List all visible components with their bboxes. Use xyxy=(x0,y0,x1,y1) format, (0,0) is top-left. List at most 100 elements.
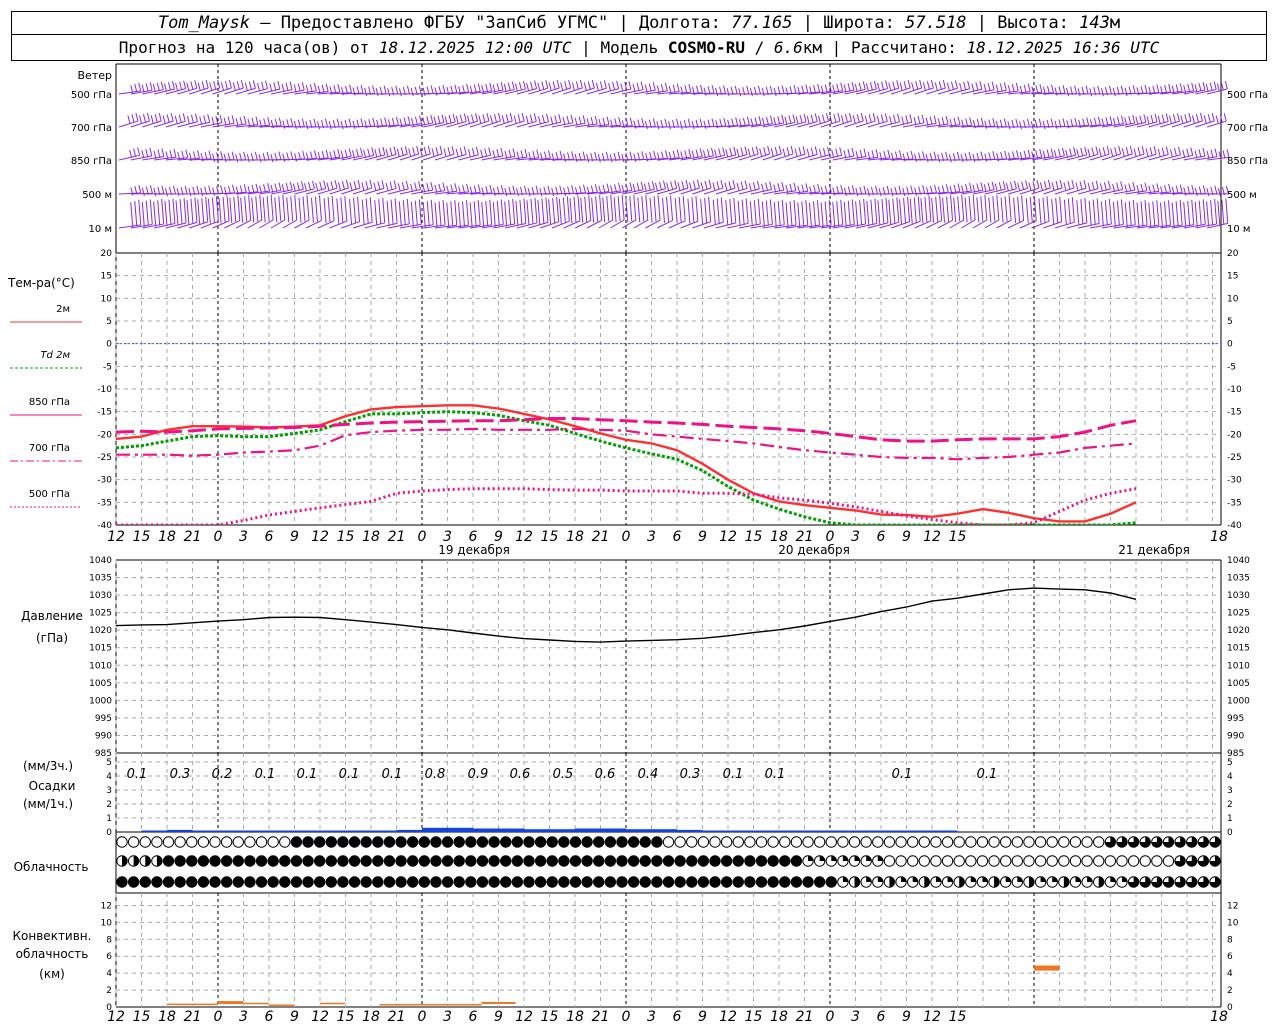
wind-barb xyxy=(444,116,448,125)
wind-barb xyxy=(1132,114,1136,124)
wind-barb xyxy=(153,88,175,95)
wind-barb xyxy=(152,83,156,93)
wind-barb xyxy=(1067,181,1071,190)
wind-barb xyxy=(961,195,965,221)
cloud-cover-icon xyxy=(279,855,291,867)
wind-barb xyxy=(186,199,190,225)
wind-barb xyxy=(1124,87,1128,96)
wind-barb xyxy=(820,202,824,228)
wind-barb xyxy=(352,120,356,129)
cloud-cover-icon xyxy=(697,855,710,867)
wind-barb xyxy=(881,199,885,225)
wind-barb xyxy=(711,85,715,94)
wind-barb xyxy=(1057,148,1061,158)
hour-tick: 18 xyxy=(566,1009,584,1024)
precip-bar xyxy=(269,830,295,832)
wind-barb xyxy=(1182,149,1186,158)
wind-barb xyxy=(246,154,250,163)
wind-barb xyxy=(207,114,211,123)
wind-barb xyxy=(924,196,928,223)
wind-barb xyxy=(797,202,801,228)
wind-barb xyxy=(177,221,198,229)
cloud-cover-icon xyxy=(790,836,803,848)
wind-barb xyxy=(552,81,556,90)
cloud-cover-icon xyxy=(1116,855,1128,867)
precip-bar xyxy=(167,829,193,832)
wind-barb xyxy=(356,149,359,158)
wind-barb xyxy=(1186,148,1190,157)
wind-barb xyxy=(138,82,142,91)
wind-barb xyxy=(641,151,645,160)
cloud-cover-fill xyxy=(1098,876,1104,888)
wind-barb xyxy=(1190,147,1194,156)
wind-barb xyxy=(526,200,530,226)
wind-barb xyxy=(1066,87,1070,97)
wind-barb xyxy=(367,148,371,157)
conv-tick: 8 xyxy=(106,935,112,945)
wind-barb xyxy=(194,113,198,122)
precip-tick: 1 xyxy=(1227,814,1233,824)
cloud-cover-icon xyxy=(1023,855,1035,867)
wind-barb xyxy=(153,201,157,227)
wind-barb xyxy=(1098,148,1102,157)
wind-barb xyxy=(700,182,704,191)
wind-barb xyxy=(372,117,376,127)
cloud-cover-icon xyxy=(1046,836,1058,848)
wind-barb xyxy=(664,118,668,127)
temp-legend-label: 500 гПа xyxy=(29,489,70,500)
conv-tick: 6 xyxy=(1227,952,1233,962)
wind-barb xyxy=(672,150,676,160)
wind-barb xyxy=(293,120,297,130)
wind-barb xyxy=(528,87,548,95)
wind-barb xyxy=(633,153,637,162)
wind-barb xyxy=(1028,182,1032,191)
cloud-cover-fill xyxy=(889,876,895,888)
wind-barb xyxy=(847,83,851,92)
cloud-cover-icon xyxy=(534,855,547,867)
pressure-tick: 1005 xyxy=(89,679,112,689)
wind-barb xyxy=(945,184,949,193)
wind-barb xyxy=(1083,180,1087,189)
wind-barb xyxy=(921,114,925,123)
wind-barb xyxy=(269,83,273,92)
wind-barb xyxy=(645,219,661,229)
wind-barb xyxy=(384,117,388,126)
precip-value-label: 0.1 xyxy=(765,767,786,782)
wind-barb xyxy=(164,188,168,197)
cloud-cover-icon xyxy=(372,836,384,848)
wind-barb xyxy=(484,148,488,157)
wind-barb xyxy=(207,198,211,224)
wind-barb xyxy=(463,113,467,122)
wind-barb xyxy=(533,113,537,122)
pressure-tick: 995 xyxy=(1227,714,1244,724)
hour-tick: 9 xyxy=(290,1009,299,1024)
hour-tick: 15 xyxy=(133,529,151,545)
wind-barb xyxy=(833,114,837,123)
temp-tick: -15 xyxy=(97,408,112,418)
wind-barb xyxy=(516,222,538,229)
wind-barb xyxy=(903,81,907,90)
cloud-cover-icon xyxy=(500,876,512,888)
wind-barb xyxy=(617,196,621,222)
wind-barb xyxy=(390,199,394,225)
wind-barb xyxy=(1027,118,1031,128)
temp-legend-label: Td 2м xyxy=(40,350,70,361)
wind-barb xyxy=(871,150,875,159)
cloud-cover-icon xyxy=(418,855,431,867)
wind-barb xyxy=(252,80,256,89)
wind-barb xyxy=(579,79,583,89)
wind-barb xyxy=(418,199,422,225)
wind-barb xyxy=(141,150,145,159)
wind-barb xyxy=(1106,146,1110,155)
wind-barb xyxy=(872,113,876,122)
cloud-cover-fill xyxy=(1121,876,1128,882)
wind-barb xyxy=(426,200,430,227)
wind-barb xyxy=(586,154,590,163)
wind-barb xyxy=(302,150,306,160)
cloud-cover-icon xyxy=(813,876,826,888)
wind-barb xyxy=(333,150,337,159)
wind-barb xyxy=(931,197,935,223)
cloud-cover-icon xyxy=(697,876,710,888)
cloud-cover-icon xyxy=(581,836,593,848)
wind-barb xyxy=(945,115,949,125)
